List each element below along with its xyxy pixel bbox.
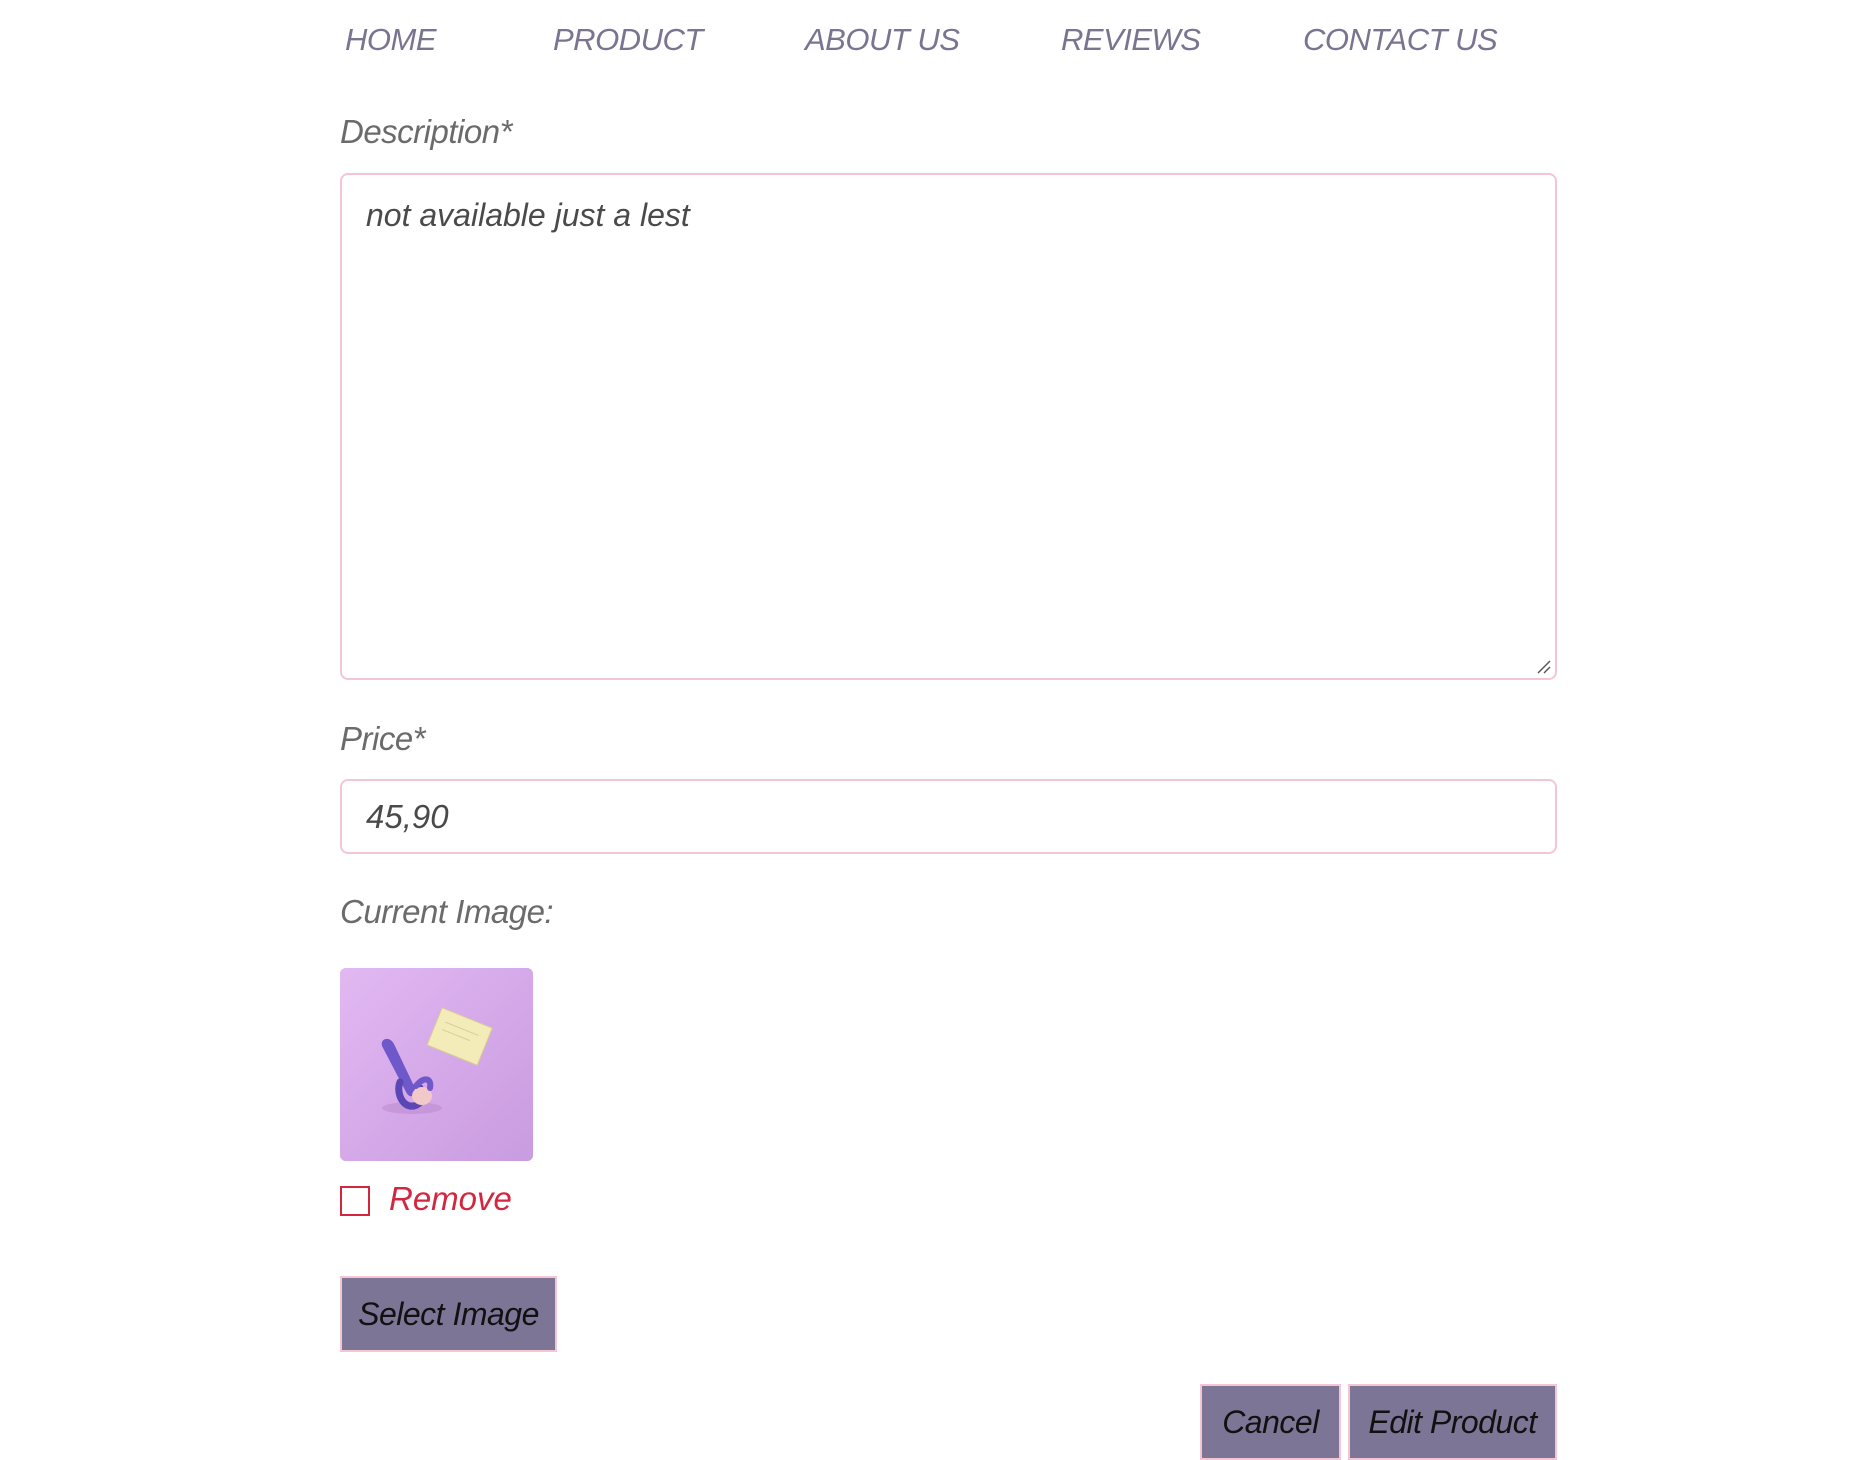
nav-home-link[interactable]: HOME [345,22,437,58]
nav-reviews-link[interactable]: REVIEWS [1061,22,1201,58]
nav-contact-us-link[interactable]: CONTACT US [1303,22,1498,58]
nav-about-us-link[interactable]: ABOUT US [805,22,960,58]
current-image-thumbnail [340,968,533,1161]
price-input[interactable]: 45,90 [340,779,1557,854]
remove-image-checkbox[interactable] [340,1186,370,1216]
remove-image-label[interactable]: Remove [389,1180,512,1218]
edit-product-button[interactable]: Edit Product [1348,1384,1557,1460]
price-label: Price* [340,720,426,757]
select-image-button[interactable]: Select Image [340,1276,557,1352]
description-textarea[interactable]: not available just a lest [340,173,1557,680]
price-value: 45,90 [366,798,449,835]
description-value: not available just a lest [366,197,690,233]
cancel-button[interactable]: Cancel [1200,1384,1341,1460]
nav-product-link[interactable]: PRODUCT [553,22,703,58]
current-image-label: Current Image: [340,893,554,930]
resize-handle-icon[interactable] [1535,658,1551,674]
product-image [340,968,533,1161]
description-label: Description* [340,113,512,150]
